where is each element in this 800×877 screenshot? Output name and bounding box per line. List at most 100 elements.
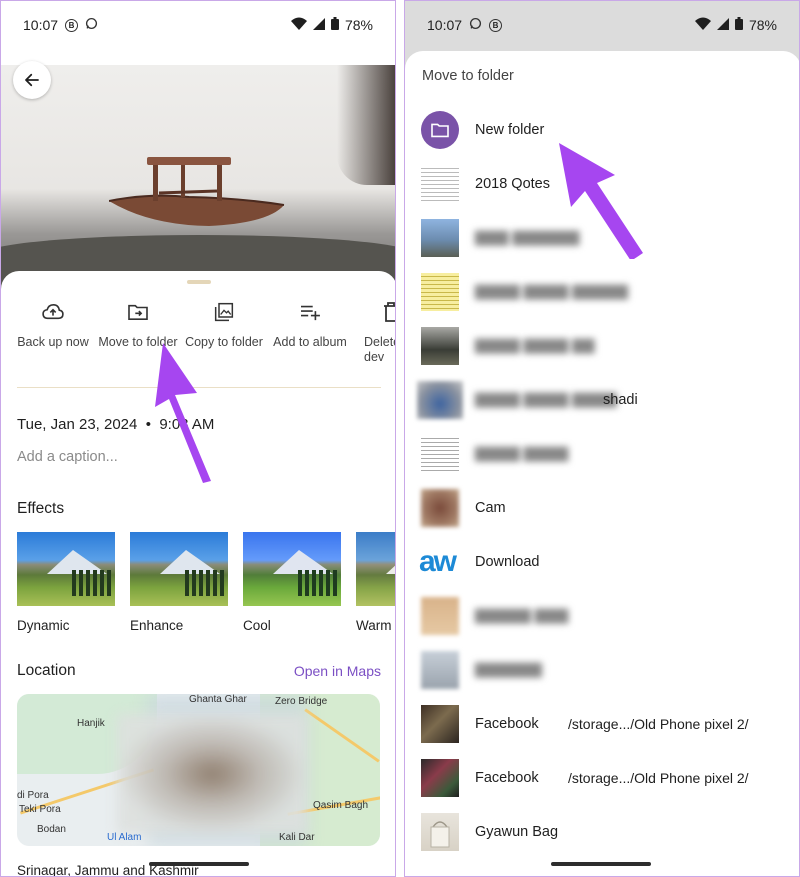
move-to-folder-sheet: Move to folder New folder 2018 Qotes ▇▇▇… xyxy=(405,51,799,876)
wifi-icon xyxy=(694,17,711,33)
map-label: Hanjik xyxy=(77,718,105,729)
signal-icon xyxy=(716,17,729,33)
effect-thumbnail xyxy=(130,532,228,606)
location-header: Location Open in Maps xyxy=(17,662,381,680)
status-bar: 10:07 B 78% xyxy=(405,1,799,49)
photo-date: Tue, Jan 23, 2024 xyxy=(17,416,138,433)
folder-item[interactable]: ▇▇▇▇ ▇▇▇▇ ▇▇▇▇▇ xyxy=(405,265,799,319)
folder-item[interactable]: ▇▇▇▇ ▇▇▇▇ xyxy=(405,427,799,481)
cloud-upload-icon xyxy=(8,297,98,327)
effect-enhance[interactable]: Enhance xyxy=(130,532,228,633)
delete-from-device-button[interactable]: Delete dev xyxy=(349,297,395,365)
folder-item-gyawun-bag[interactable]: Gyawun Bag xyxy=(405,805,799,859)
folder-thumbnail xyxy=(417,381,463,419)
folder-name: Gyawun Bag xyxy=(475,824,559,840)
photo-time: 9:08 AM xyxy=(159,416,215,433)
move-to-folder-button[interactable]: Move to folder xyxy=(93,297,183,350)
status-bar: 10:07 B 78% xyxy=(1,1,395,49)
sheet-title: Move to folder xyxy=(422,68,514,84)
map-label: Kali Dar xyxy=(279,832,315,843)
folder-name: Facebook xyxy=(475,716,539,732)
folder-name-redacted: ▇▇▇▇▇▇ xyxy=(475,662,542,678)
effect-warm[interactable]: Warm xyxy=(356,532,395,633)
copy-to-folder-icon xyxy=(179,297,269,327)
folder-name-redacted: ▇▇▇▇ ▇▇▇▇ ▇▇ xyxy=(475,338,595,354)
delete-label: Delete dev xyxy=(364,335,395,364)
map-label: di Pora xyxy=(17,790,49,801)
folder-item[interactable]: ▇▇▇▇ ▇▇▇▇ ▇▇ xyxy=(405,319,799,373)
b-circle-icon: B xyxy=(65,18,79,32)
folder-name: 2018 Qotes xyxy=(475,176,550,192)
battery-icon xyxy=(330,17,339,33)
folder-item-facebook[interactable]: Facebook /storage.../Old Phone pixel 2/ xyxy=(405,697,799,751)
wifi-icon xyxy=(290,17,307,33)
folder-item-new-folder[interactable]: New folder xyxy=(405,103,799,157)
map-label: Bodan xyxy=(37,824,66,835)
folder-item-facebook[interactable]: Facebook /storage.../Old Phone pixel 2/ xyxy=(405,751,799,805)
delete-icon xyxy=(349,297,395,327)
effects-title: Effects xyxy=(17,500,65,517)
battery-percent: 78% xyxy=(748,17,777,33)
folder-thumbnail xyxy=(421,597,459,635)
back-button[interactable] xyxy=(13,61,51,99)
location-title: Location xyxy=(17,662,76,679)
photo-details-screen: 10:07 B 78% Back up now Move to folder C… xyxy=(0,0,396,877)
map-label: Ghanta Ghar xyxy=(189,694,247,705)
bag-image xyxy=(430,821,450,848)
folder-item[interactable]: 2018 Qotes xyxy=(405,157,799,211)
back-up-now-button[interactable]: Back up now xyxy=(8,297,98,350)
folder-name-suffix: shadi xyxy=(603,392,638,408)
folder-thumbnail xyxy=(421,165,459,203)
folder-name-redacted: ▇▇▇▇ ▇▇▇▇ ▇▇▇▇ xyxy=(475,392,617,408)
folder-thumbnail xyxy=(421,813,459,851)
folder-item[interactable]: ▇▇▇ ▇▇▇▇▇▇ xyxy=(405,211,799,265)
caption-input[interactable]: Add a caption... xyxy=(17,449,118,465)
download-thumbnail-icon: aw xyxy=(419,545,457,578)
move-to-folder-label: Move to folder xyxy=(98,335,178,349)
folder-name-redacted: ▇▇▇▇▇ ▇▇▇ xyxy=(475,608,569,624)
folder-item-cam[interactable]: Cam xyxy=(405,481,799,535)
action-row: Back up now Move to folder Copy to folde… xyxy=(1,297,395,397)
gesture-nav-bar[interactable] xyxy=(149,862,249,866)
folder-item[interactable]: ▇▇▇▇▇ ▇▇▇ xyxy=(405,589,799,643)
folder-item[interactable]: ▇▇▇▇ ▇▇▇▇ ▇▇▇▇ shadi xyxy=(405,373,799,427)
drag-handle[interactable] xyxy=(187,280,211,284)
folder-thumbnail xyxy=(421,219,459,257)
details-sheet: Back up now Move to folder Copy to folde… xyxy=(1,271,395,876)
status-time: 10:07 xyxy=(427,17,463,33)
wooden-boat-image xyxy=(109,157,285,226)
effect-thumbnail xyxy=(17,532,115,606)
folder-path: /storage.../Old Phone pixel 2/ xyxy=(568,716,749,732)
move-to-folder-screen: 10:07 B 78% Move to folder New folder 20… xyxy=(404,0,800,877)
effects-row: Dynamic Enhance Cool Warm xyxy=(17,532,395,633)
folder-name-redacted: ▇▇▇ ▇▇▇▇▇▇ xyxy=(475,230,580,246)
effect-label: Cool xyxy=(243,618,271,633)
effect-dynamic[interactable]: Dynamic xyxy=(17,532,115,633)
folder-thumbnail xyxy=(421,327,459,365)
add-to-album-label: Add to album xyxy=(273,335,347,349)
open-in-maps-link[interactable]: Open in Maps xyxy=(294,663,381,679)
move-to-folder-icon xyxy=(93,297,183,327)
arrow-left-icon xyxy=(25,73,39,87)
add-to-album-icon xyxy=(265,297,355,327)
map-label: Ul Alam xyxy=(107,832,142,843)
effect-thumbnail xyxy=(356,532,395,606)
gesture-nav-bar[interactable] xyxy=(551,862,651,866)
folder-thumbnail xyxy=(421,651,459,689)
new-folder-icon xyxy=(421,111,459,149)
photo-preview[interactable] xyxy=(1,65,395,290)
folder-thumbnail xyxy=(421,273,459,311)
effect-label: Warm xyxy=(356,618,392,633)
copy-to-folder-button[interactable]: Copy to folder xyxy=(179,297,269,350)
folder-name-redacted: ▇▇▇▇ ▇▇▇▇ ▇▇▇▇▇ xyxy=(475,284,629,300)
folder-name: New folder xyxy=(475,122,545,138)
map-label: Teki Pora xyxy=(19,804,61,815)
effect-thumbnail xyxy=(243,532,341,606)
folder-item[interactable]: ▇▇▇▇▇▇ xyxy=(405,643,799,697)
effect-cool[interactable]: Cool xyxy=(243,532,341,633)
status-time: 10:07 xyxy=(23,17,59,33)
map-label: Zero Bridge xyxy=(275,696,328,707)
location-map[interactable]: Ghanta Ghar Zero Bridge Hanjik di Pora T… xyxy=(17,694,380,846)
add-to-album-button[interactable]: Add to album xyxy=(265,297,355,350)
folder-item-download[interactable]: aw Download xyxy=(405,535,799,589)
